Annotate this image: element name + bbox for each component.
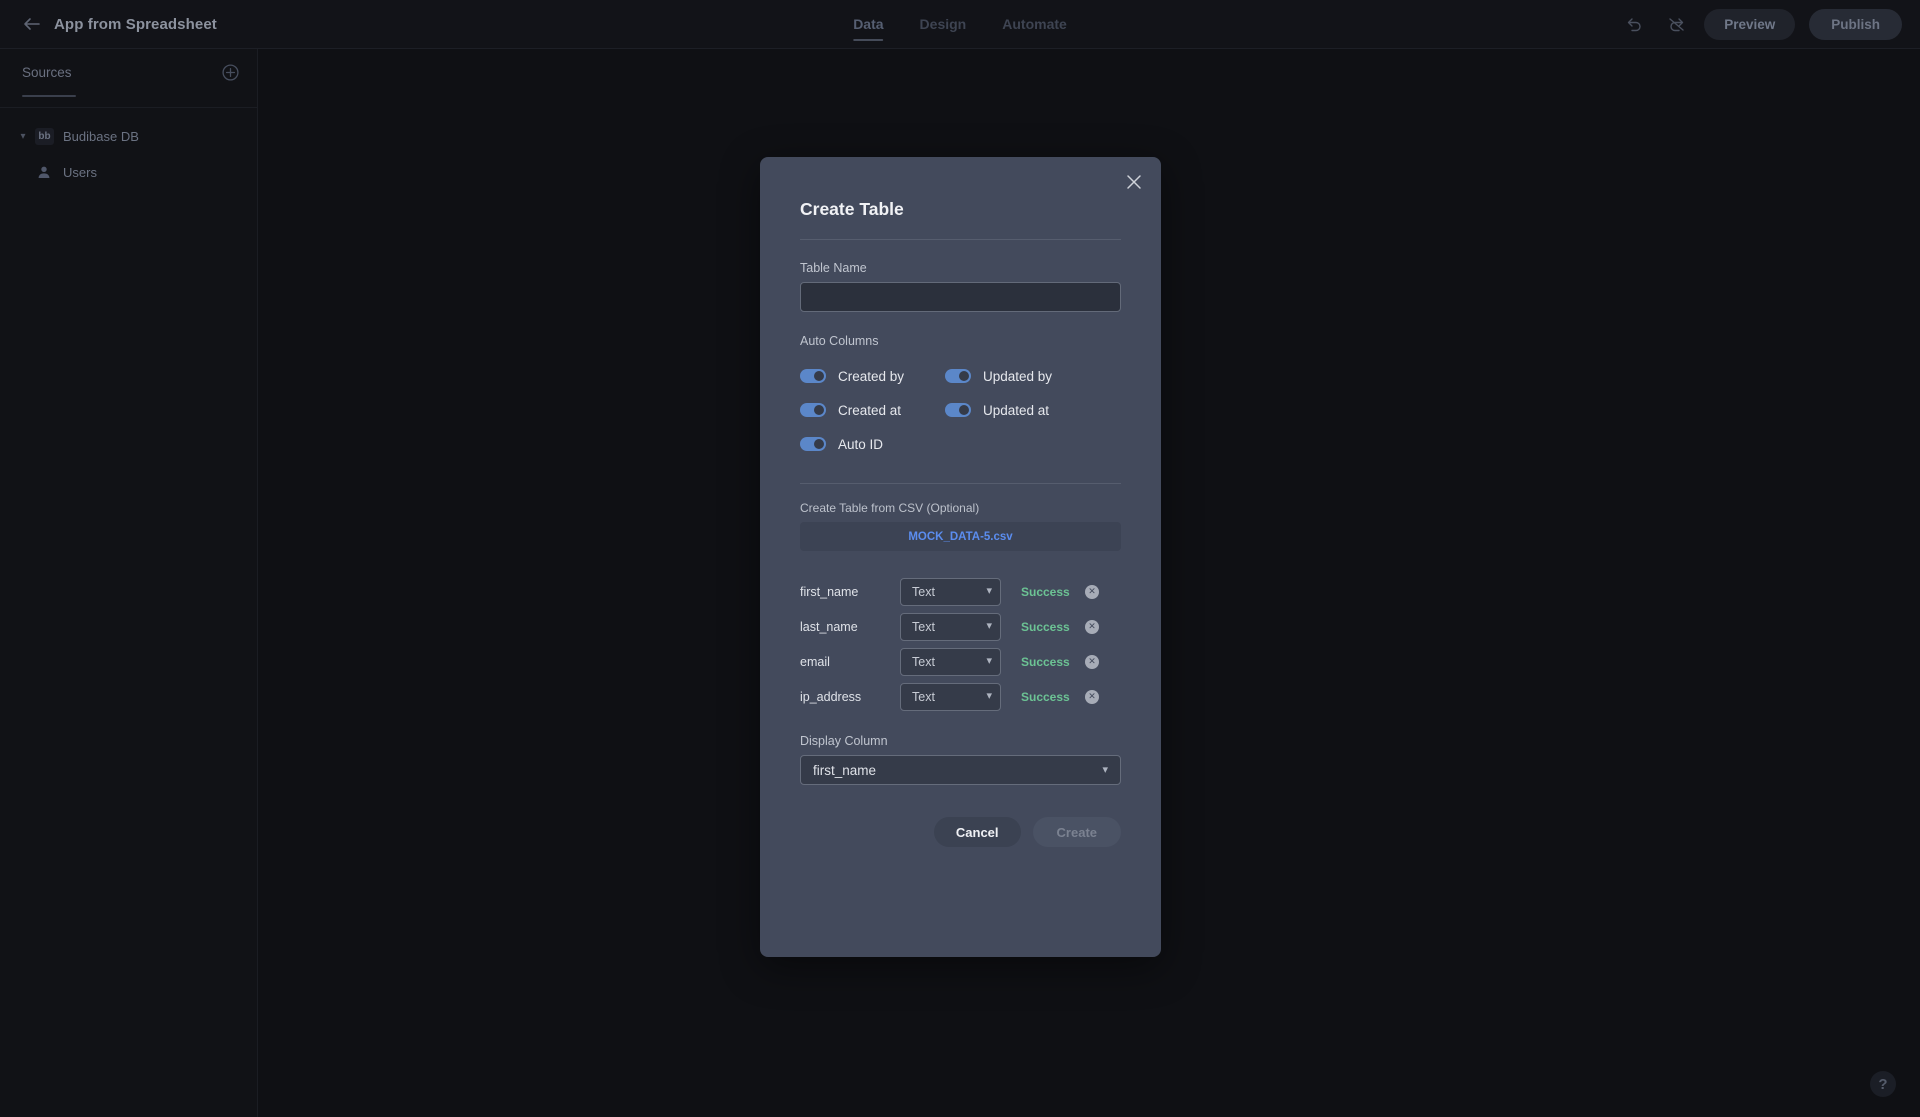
remove-circle-icon[interactable]: ✕	[1085, 584, 1099, 599]
toggle-label: Auto ID	[838, 436, 884, 452]
table-row: last_name Text ▾ Success ✕	[800, 609, 1121, 644]
toggle-created-by[interactable]: Created by	[800, 369, 945, 384]
chevron-down-icon: ▾	[1102, 763, 1108, 776]
table-name-label: Table Name	[800, 261, 867, 275]
toggle-row: Created by Updated by	[800, 359, 1121, 393]
chevron-down-icon: ▾	[986, 620, 992, 632]
csv-column-list: first_name Text ▾ Success ✕ last_name Te…	[800, 574, 1121, 714]
modal-overlay: Create Table Table Name Auto Columns Cre…	[0, 0, 1920, 1117]
remove-circle-icon[interactable]: ✕	[1085, 619, 1099, 634]
toggle-label: Created by	[838, 368, 905, 384]
display-column-label: Display Column	[800, 734, 888, 748]
column-name: first_name	[800, 584, 859, 599]
csv-dropzone[interactable]: MOCK_DATA-5.csv	[800, 522, 1121, 551]
display-column-value: first_name	[813, 762, 877, 778]
toggle-switch[interactable]	[800, 437, 826, 451]
column-type-select[interactable]: Text ▾	[900, 612, 1001, 641]
toggle-switch[interactable]	[945, 369, 971, 383]
toggle-label: Created at	[838, 402, 902, 418]
status-badge: Success	[1021, 689, 1070, 704]
modal-actions: Cancel Create	[800, 817, 1121, 847]
remove-circle-icon[interactable]: ✕	[1085, 654, 1099, 669]
toggle-switch[interactable]	[800, 369, 826, 383]
close-icon[interactable]	[1123, 171, 1145, 193]
csv-file-name: MOCK_DATA-5.csv	[908, 530, 1013, 543]
status-badge: Success	[1021, 654, 1070, 669]
column-type-select[interactable]: Text ▾	[900, 682, 1001, 711]
modal-title-divider	[800, 239, 1121, 240]
column-type-value: Text	[912, 619, 935, 634]
chevron-down-icon: ▾	[986, 690, 992, 702]
modal-section-divider	[800, 483, 1121, 484]
column-name: email	[800, 654, 830, 669]
toggle-switch[interactable]	[945, 403, 971, 417]
table-row: first_name Text ▾ Success ✕	[800, 574, 1121, 609]
column-type-value: Text	[912, 584, 935, 599]
display-column-select[interactable]: first_name ▾	[800, 755, 1121, 785]
toggle-row: Auto ID	[800, 427, 1121, 461]
auto-columns-toggles: Created by Updated by Created at Updated	[800, 359, 1121, 461]
column-type-value: Text	[912, 654, 935, 669]
help-question-icon[interactable]: ?	[1870, 1071, 1896, 1097]
csv-label: Create Table from CSV (Optional)	[800, 501, 980, 515]
table-row: email Text ▾ Success ✕	[800, 644, 1121, 679]
status-badge: Success	[1021, 619, 1070, 634]
column-type-select[interactable]: Text ▾	[900, 577, 1001, 606]
cancel-button[interactable]: Cancel	[933, 817, 1021, 847]
column-name: last_name	[800, 619, 858, 634]
toggle-switch[interactable]	[800, 403, 826, 417]
create-button[interactable]: Create	[1032, 817, 1121, 847]
table-name-input[interactable]	[800, 282, 1121, 312]
toggle-updated-by[interactable]: Updated by	[945, 369, 1090, 384]
create-table-modal: Create Table Table Name Auto Columns Cre…	[760, 157, 1161, 957]
remove-circle-icon[interactable]: ✕	[1085, 689, 1099, 704]
toggle-auto-id[interactable]: Auto ID	[800, 437, 945, 452]
toggle-created-at[interactable]: Created at	[800, 403, 945, 418]
modal-title: Create Table	[800, 199, 904, 219]
chevron-down-icon: ▾	[986, 655, 992, 667]
status-badge: Success	[1021, 584, 1070, 599]
auto-columns-label: Auto Columns	[800, 334, 879, 348]
column-name: ip_address	[800, 689, 862, 704]
table-row: ip_address Text ▾ Success ✕	[800, 679, 1121, 714]
chevron-down-icon: ▾	[986, 585, 992, 597]
toggle-updated-at[interactable]: Updated at	[945, 403, 1090, 418]
column-type-select[interactable]: Text ▾	[900, 647, 1001, 676]
toggle-label: Updated by	[983, 368, 1053, 384]
toggle-label: Updated at	[983, 402, 1050, 418]
toggle-row: Created at Updated at	[800, 393, 1121, 427]
column-type-value: Text	[912, 689, 935, 704]
